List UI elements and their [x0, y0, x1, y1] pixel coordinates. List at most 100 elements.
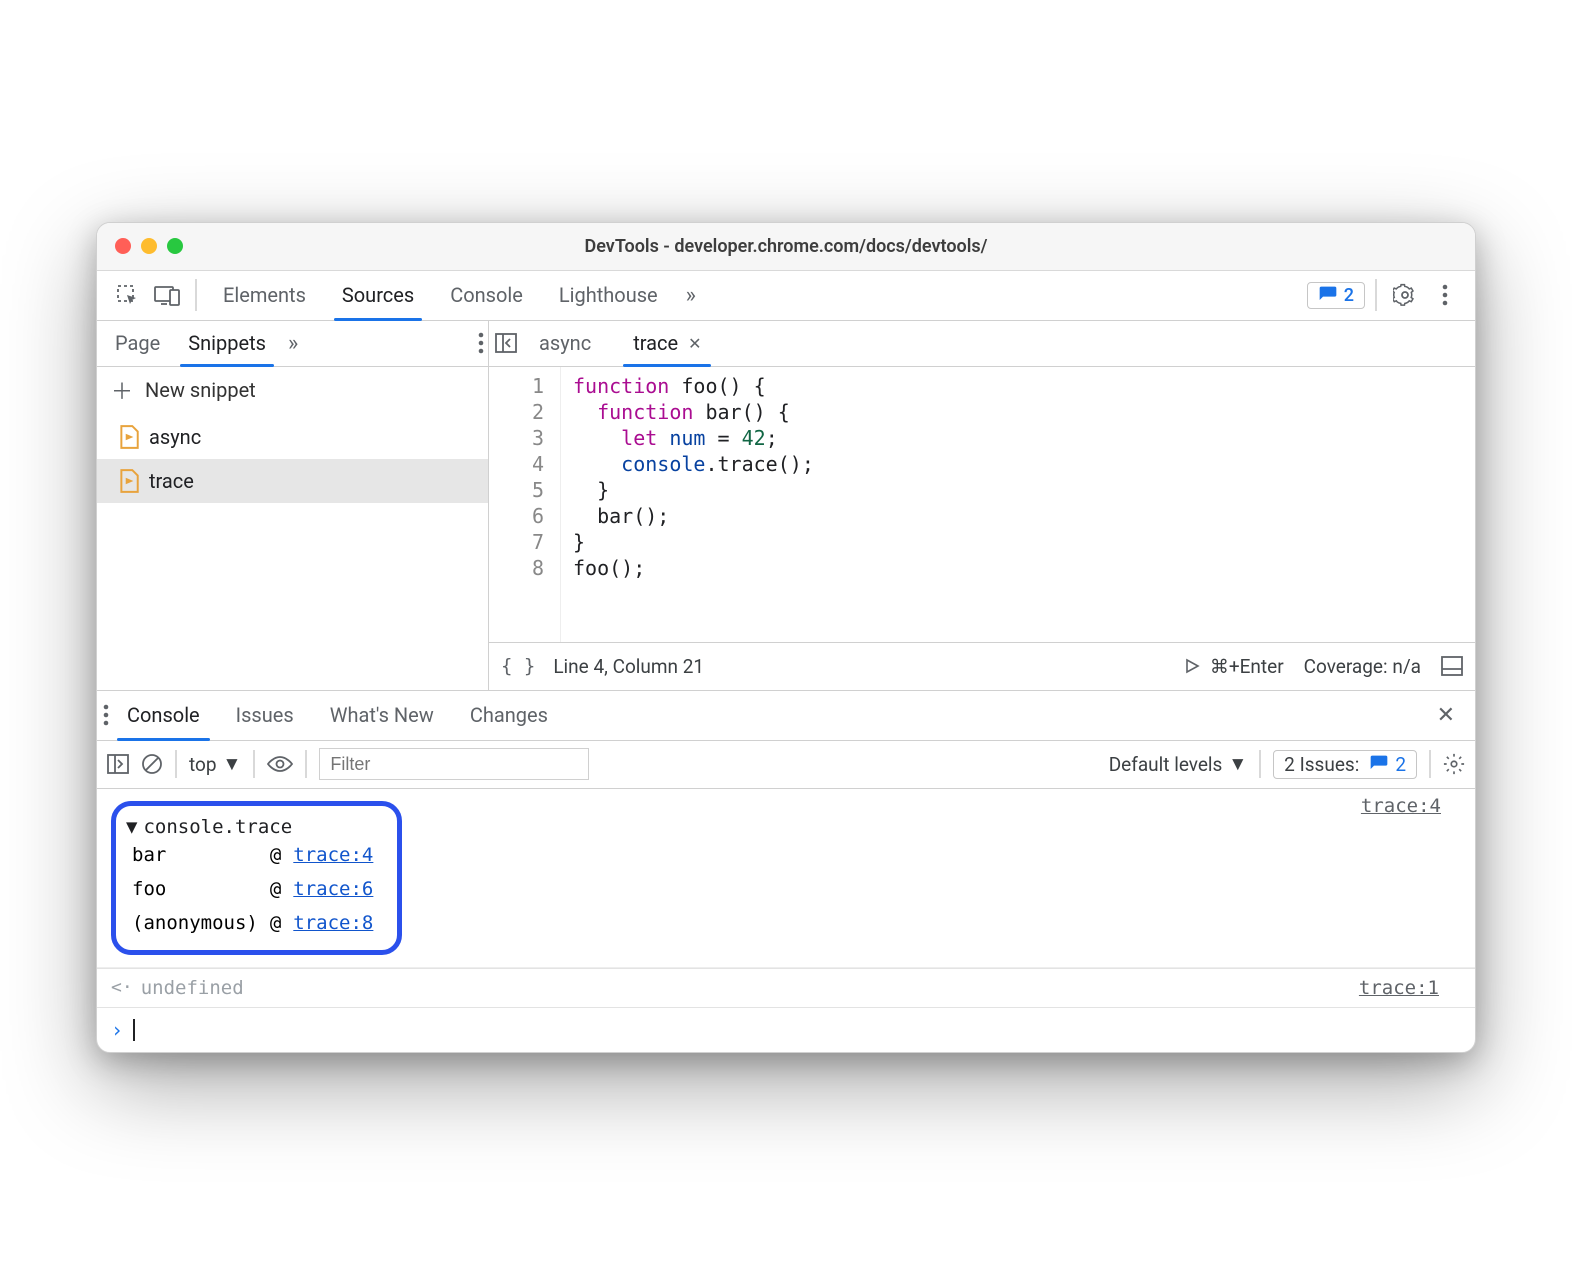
issues-icon: [1369, 754, 1389, 774]
console-return-row: <· undefined trace:1: [97, 968, 1475, 1008]
toggle-navigator-icon[interactable]: [495, 333, 517, 353]
line-number: 4: [489, 451, 544, 477]
new-snippet-button[interactable]: ＋ New snippet: [97, 367, 488, 415]
message-source-link[interactable]: trace:1: [1359, 977, 1457, 999]
editor-tab-trace[interactable]: trace ✕: [613, 321, 721, 366]
toggle-console-sidebar-icon[interactable]: [107, 754, 129, 774]
context-label: top: [189, 753, 217, 776]
toggle-sidebar-icon[interactable]: [1441, 656, 1463, 676]
chevron-down-icon: ▼: [1228, 752, 1247, 776]
issues-count: 2: [1344, 285, 1354, 306]
console-settings-icon[interactable]: [1443, 753, 1465, 775]
console-filter-input[interactable]: [319, 748, 589, 780]
drawer-tab-console[interactable]: Console: [109, 691, 218, 740]
run-snippet-button[interactable]: ⌘+Enter: [1184, 655, 1284, 678]
navigator-menu-icon[interactable]: [478, 332, 484, 354]
device-toolbar-icon[interactable]: [149, 277, 185, 313]
line-gutter: 1 2 3 4 5 6 7 8: [489, 367, 561, 642]
frame-function: foo: [126, 872, 264, 906]
editor-tab-label: trace: [633, 331, 678, 355]
code-editor: async trace ✕ 1 2 3 4 5 6 7 8 fun: [489, 321, 1475, 690]
editor-tab-async[interactable]: async: [519, 321, 611, 366]
maximize-window-button[interactable]: [167, 238, 183, 254]
disclosure-triangle-icon[interactable]: ▼: [126, 816, 137, 838]
line-number: 2: [489, 399, 544, 425]
navigator-tab-page[interactable]: Page: [101, 321, 174, 366]
issues-count: 2: [1395, 753, 1406, 776]
close-window-button[interactable]: [115, 238, 131, 254]
clear-console-icon[interactable]: [141, 753, 163, 775]
stack-frame-row: (anonymous) @ trace:8: [126, 906, 379, 940]
separator: [195, 279, 197, 311]
settings-icon[interactable]: [1387, 277, 1423, 313]
snippet-list: async trace: [97, 415, 488, 503]
frame-function: bar: [126, 838, 264, 872]
execution-context-select[interactable]: top ▼: [189, 752, 241, 776]
pretty-print-icon[interactable]: { }: [501, 655, 535, 677]
cursor-position: Line 4, Column 21: [553, 655, 704, 678]
line-number: 6: [489, 503, 544, 529]
snippet-item-async[interactable]: async: [97, 415, 488, 459]
console-output: ▼ console.trace bar @ trace:4 foo @ trac…: [97, 789, 1475, 1052]
issues-badge[interactable]: 2: [1307, 282, 1365, 309]
frame-source-link[interactable]: trace:8: [293, 912, 373, 934]
devtools-window: DevTools - developer.chrome.com/docs/dev…: [96, 222, 1476, 1053]
separator: [175, 750, 177, 778]
line-number: 3: [489, 425, 544, 451]
console-issues-button[interactable]: 2 Issues: 2: [1273, 750, 1417, 779]
drawer-tab-whatsnew[interactable]: What's New: [312, 691, 452, 740]
code-text[interactable]: function foo() { function bar() { let nu…: [561, 367, 826, 642]
drawer-tab-issues[interactable]: Issues: [218, 691, 312, 740]
coverage-label: Coverage: n/a: [1304, 655, 1421, 678]
line-number: 7: [489, 529, 544, 555]
message-source-link[interactable]: trace:4: [1361, 795, 1459, 961]
line-number: 8: [489, 555, 544, 581]
run-shortcut: ⌘+Enter: [1210, 655, 1284, 678]
trace-header[interactable]: ▼ console.trace: [126, 816, 379, 838]
log-levels-select[interactable]: Default levels ▼: [1109, 752, 1247, 776]
separator: [1429, 750, 1431, 778]
frame-source-link[interactable]: trace:4: [293, 844, 373, 866]
new-snippet-label: New snippet: [145, 378, 256, 402]
snippet-icon: [119, 469, 139, 493]
more-menu-icon[interactable]: [1427, 277, 1463, 313]
frame-source-link[interactable]: trace:6: [293, 878, 373, 900]
editor-status-bar: { } Line 4, Column 21 ⌘+Enter Coverage: …: [489, 642, 1475, 690]
return-value: undefined: [141, 977, 244, 999]
snippet-icon: [119, 425, 139, 449]
drawer-tab-changes[interactable]: Changes: [452, 691, 566, 740]
tab-console[interactable]: Console: [434, 271, 539, 320]
issues-icon: [1318, 285, 1338, 305]
play-icon: [1184, 658, 1200, 674]
tab-elements[interactable]: Elements: [207, 271, 322, 320]
chevron-down-icon: ▼: [223, 752, 242, 776]
navigator-tab-snippets[interactable]: Snippets: [174, 321, 280, 366]
snippet-item-trace[interactable]: trace: [97, 459, 488, 503]
tab-sources[interactable]: Sources: [326, 271, 430, 320]
stack-frame-row: foo @ trace:6: [126, 872, 379, 906]
console-prompt[interactable]: ›: [97, 1008, 1475, 1052]
close-tab-icon[interactable]: ✕: [688, 334, 701, 353]
plus-icon: ＋: [111, 374, 133, 406]
at-symbol: @: [264, 906, 287, 940]
levels-label: Default levels: [1109, 753, 1223, 776]
snippet-label: trace: [149, 469, 194, 493]
drawer-tab-bar: Console Issues What's New Changes ✕: [97, 691, 1475, 741]
tab-lighthouse[interactable]: Lighthouse: [543, 271, 674, 320]
minimize-window-button[interactable]: [141, 238, 157, 254]
close-drawer-icon[interactable]: ✕: [1423, 703, 1469, 728]
titlebar: DevTools - developer.chrome.com/docs/dev…: [97, 223, 1475, 271]
code-area[interactable]: 1 2 3 4 5 6 7 8 function foo() { functio…: [489, 367, 1475, 642]
live-expression-icon[interactable]: [267, 755, 293, 773]
more-tabs-icon[interactable]: »: [678, 283, 704, 308]
snippet-label: async: [149, 425, 201, 449]
line-number: 1: [489, 373, 544, 399]
inspect-element-icon[interactable]: [109, 277, 145, 313]
navigator-more-icon[interactable]: »: [280, 331, 306, 356]
editor-tab-label: async: [539, 331, 591, 355]
issues-label: 2 Issues:: [1284, 753, 1359, 776]
line-number: 5: [489, 477, 544, 503]
editor-tab-bar: async trace ✕: [489, 321, 1475, 367]
at-symbol: @: [264, 872, 287, 906]
stack-trace-table: bar @ trace:4 foo @ trace:6 (anonymous) …: [126, 838, 379, 940]
